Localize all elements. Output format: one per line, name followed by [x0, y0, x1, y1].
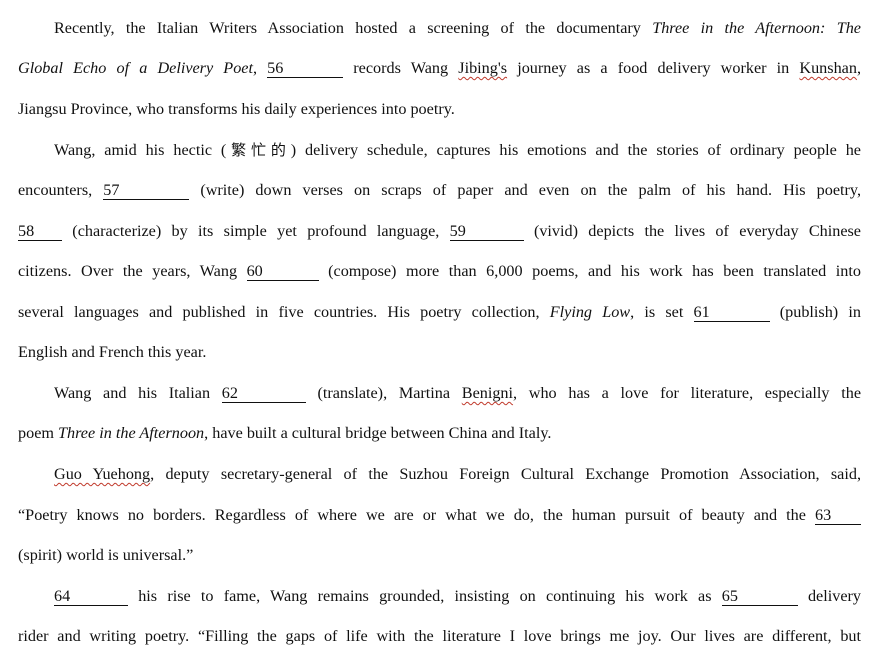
passage-line-1: Recently, the Italian Writers Associatio…	[54, 18, 861, 38]
chinese-gloss: 繁忙的	[226, 141, 291, 159]
text-run: , who has a love for literature, especia…	[513, 384, 861, 402]
collection-title: Flying Low	[549, 303, 631, 321]
spellcheck-word: Kunshan	[799, 59, 857, 77]
passage-line-13: “Poetry knows no borders. Regardless of …	[18, 505, 861, 525]
text-run: (publish) in	[769, 303, 861, 321]
text-run: ,	[856, 59, 861, 77]
text-run: his rise to fame, Wang remains grounded,…	[128, 587, 722, 605]
text-run: (translate), Martina	[305, 384, 462, 402]
text-run: Recently, the Italian Writers Associatio…	[54, 19, 653, 37]
text-run: citizens. Over the years, Wang	[18, 262, 247, 280]
passage-line-5: encounters, 57 (write) down verses on sc…	[18, 180, 861, 200]
passage-line-14: (spirit) world is universal.”	[18, 546, 194, 564]
blank-61[interactable]: 61	[693, 304, 770, 322]
passage-line-9: English and French this year.	[18, 343, 207, 361]
documentary-title: Three in the Afternoon: The	[652, 19, 861, 37]
passage-line-12: Guo Yuehong, deputy secretary-general of…	[54, 464, 861, 484]
passage-line-15: 64 his rise to fame, Wang remains ground…	[54, 586, 861, 606]
passage-line-7: citizens. Over the years, Wang 60 (compo…	[18, 261, 861, 281]
text-run: journey as a food delivery worker in	[507, 59, 800, 77]
blank-64[interactable]: 64	[54, 588, 128, 606]
text-run: several languages and published in five …	[18, 303, 550, 321]
spellcheck-word: Benigni	[461, 384, 514, 402]
passage-line-10: Wang and his Italian 62 (translate), Mar…	[54, 383, 861, 403]
passage-line-2: Global Echo of a Delivery Poet, 56 recor…	[18, 58, 861, 78]
poem-title: Three in the Afternoon	[58, 424, 205, 442]
blank-62[interactable]: 62	[221, 385, 306, 403]
blank-59[interactable]: 59	[449, 223, 524, 241]
passage-line-11: poem Three in the Afternoon, have built …	[18, 423, 861, 443]
text-run: encounters,	[18, 181, 104, 199]
blank-58[interactable]: 58	[18, 223, 62, 241]
blank-57[interactable]: 57	[103, 182, 190, 200]
text-run: ,	[252, 59, 268, 77]
passage: Recently, the Italian Writers Associatio…	[0, 0, 875, 647]
text-run: (vivid) depicts the lives of everyday Ch…	[523, 222, 861, 240]
blank-63[interactable]: 63	[815, 507, 861, 525]
text-run: , is set	[630, 303, 694, 321]
passage-line-3: Jiangsu Province, who transforms his dai…	[18, 100, 455, 118]
text-run: “Poetry knows no borders. Regardless of …	[18, 506, 815, 524]
spellcheck-word: Jibing's	[458, 59, 508, 77]
spellcheck-word: Guo Yuehong	[54, 465, 151, 483]
text-run: (characterize) by its simple yet profoun…	[62, 222, 450, 240]
blank-60[interactable]: 60	[246, 263, 319, 281]
text-run: (compose) more than 6,000 poems, and his…	[318, 262, 861, 280]
blank-56[interactable]: 56	[267, 60, 344, 78]
text-run: (write) down verses on scraps of paper a…	[189, 181, 861, 199]
passage-line-4: Wang, amid his hectic (繁忙的) delivery sch…	[54, 140, 861, 160]
text-run: delivery	[797, 587, 861, 605]
passage-line-6: 58 (characterize) by its simple yet prof…	[18, 221, 861, 241]
text-run: Wang and his Italian	[54, 384, 222, 402]
text-run: Wang, amid his hectic (	[54, 141, 227, 159]
passage-line-16: rider and writing poetry. “Filling the g…	[18, 627, 861, 645]
text-run: , deputy secretary-general of the Suzhou…	[150, 465, 861, 483]
passage-line-8: several languages and published in five …	[18, 302, 861, 322]
text-run: records Wang	[343, 59, 459, 77]
text-run: ) delivery schedule, captures his emotio…	[290, 141, 861, 159]
text-run: poem	[18, 424, 59, 442]
text-run: , have built a cultural bridge between C…	[204, 424, 552, 442]
blank-65[interactable]: 65	[721, 588, 798, 606]
documentary-title: Global Echo of a Delivery Poet	[18, 59, 253, 77]
